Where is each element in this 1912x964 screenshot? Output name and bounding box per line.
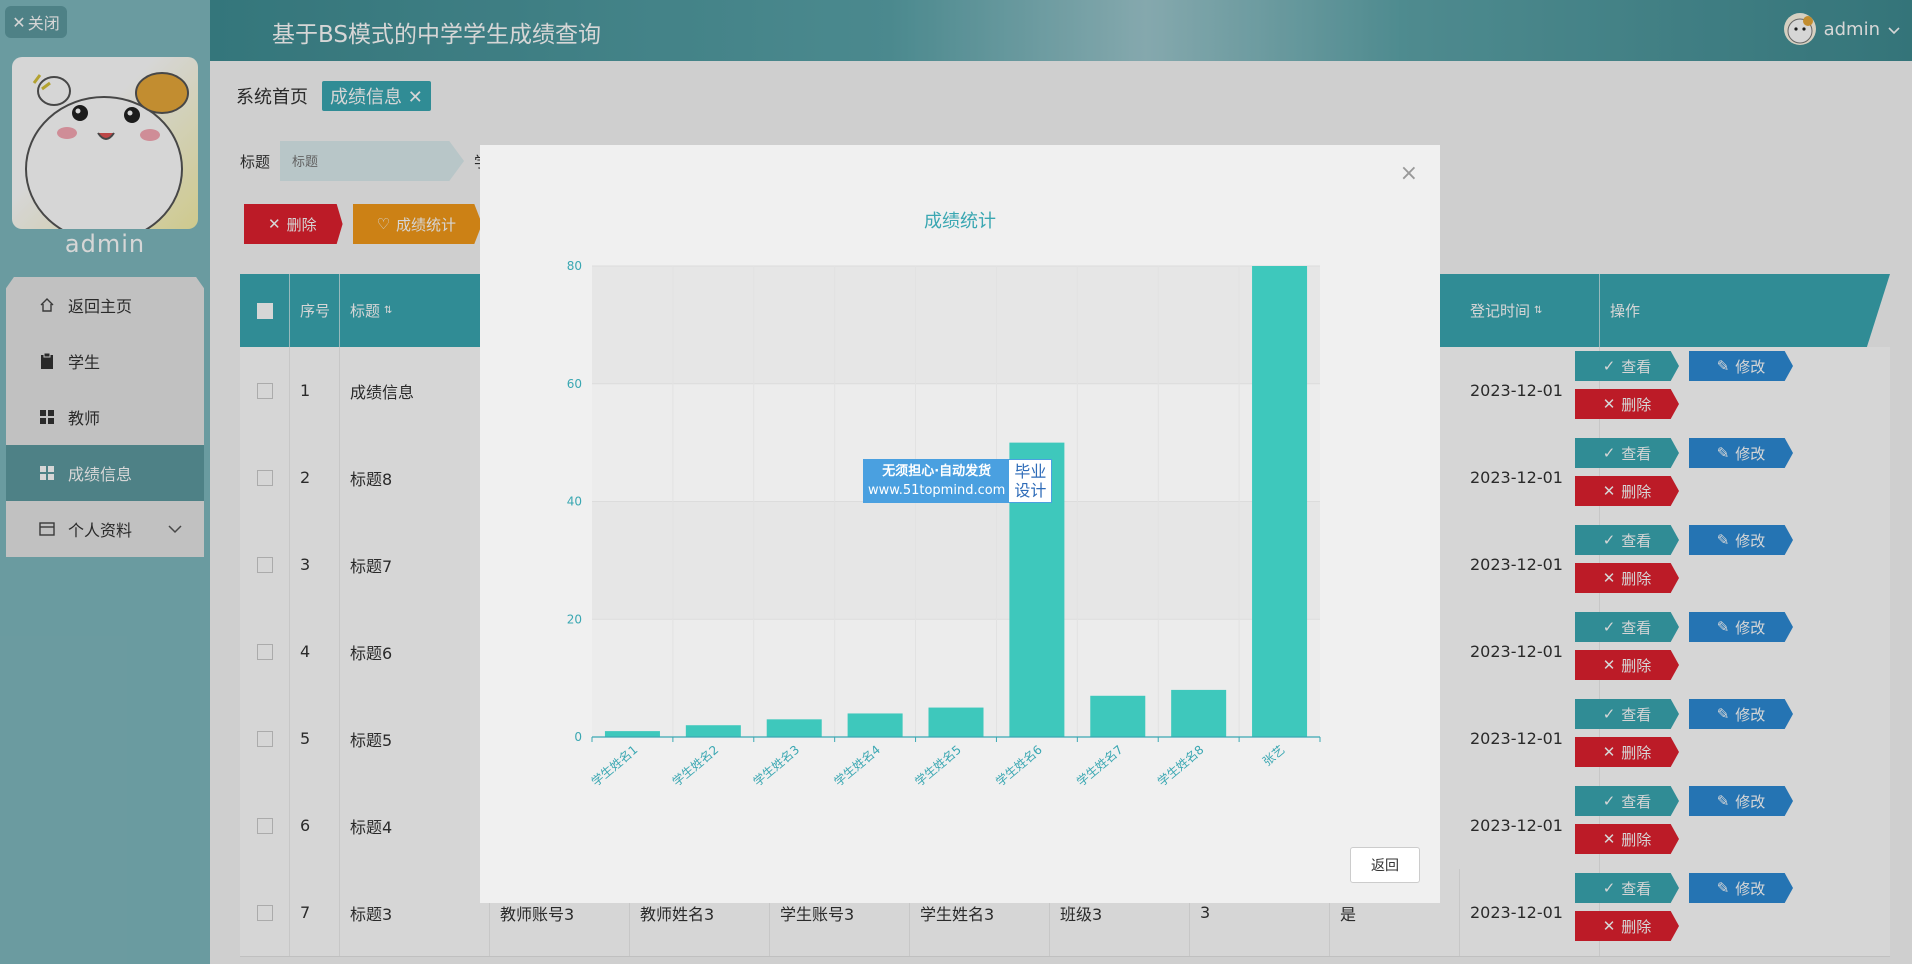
bar-chart: 0 20 40 60 80 学生姓名1 学生姓名2 学生姓名3 学生姓名4 学生姓名5 学生姓名6 学… — [567, 259, 1321, 789]
bar-8 — [1171, 689, 1227, 737]
x-tick-label: 学生姓名1 — [588, 742, 640, 789]
x-tick-label: 学生姓名3 — [750, 742, 802, 789]
bar-5 — [928, 707, 984, 737]
x-tick-label: 学生姓名8 — [1154, 742, 1206, 789]
watermark-badge: 无须担心·自动发货 www.51topmind.com 毕业 设计 — [863, 459, 1053, 503]
x-tick-label: 学生姓名7 — [1073, 742, 1125, 789]
return-button[interactable]: 返回 — [1350, 847, 1420, 883]
y-tick-label: 40 — [567, 495, 582, 509]
x-tick-label: 张艺 — [1260, 743, 1287, 769]
bar-7 — [1090, 695, 1146, 737]
y-tick-label: 20 — [567, 612, 582, 626]
y-tick-label: 80 — [567, 259, 582, 273]
y-tick-label: 0 — [574, 730, 582, 744]
grid-band — [592, 501, 1320, 620]
bar-4 — [847, 713, 903, 737]
x-tick-label: 学生姓名2 — [669, 742, 721, 789]
score-stats-dialog: × 成绩统计 0 20 40 60 80 学生姓名1 学生姓名2 学生姓名3 学生姓名4 学生姓名… — [480, 145, 1440, 903]
x-tick-label: 学生姓名5 — [912, 742, 964, 789]
y-tick-label: 60 — [567, 377, 582, 391]
bar-9 — [1252, 266, 1308, 737]
bar-2 — [685, 725, 741, 737]
x-tick-label: 学生姓名4 — [831, 742, 883, 789]
bar-3 — [766, 719, 822, 737]
bar-1 — [604, 731, 660, 737]
grid-band — [592, 266, 1320, 384]
x-tick-label: 学生姓名6 — [993, 742, 1045, 789]
